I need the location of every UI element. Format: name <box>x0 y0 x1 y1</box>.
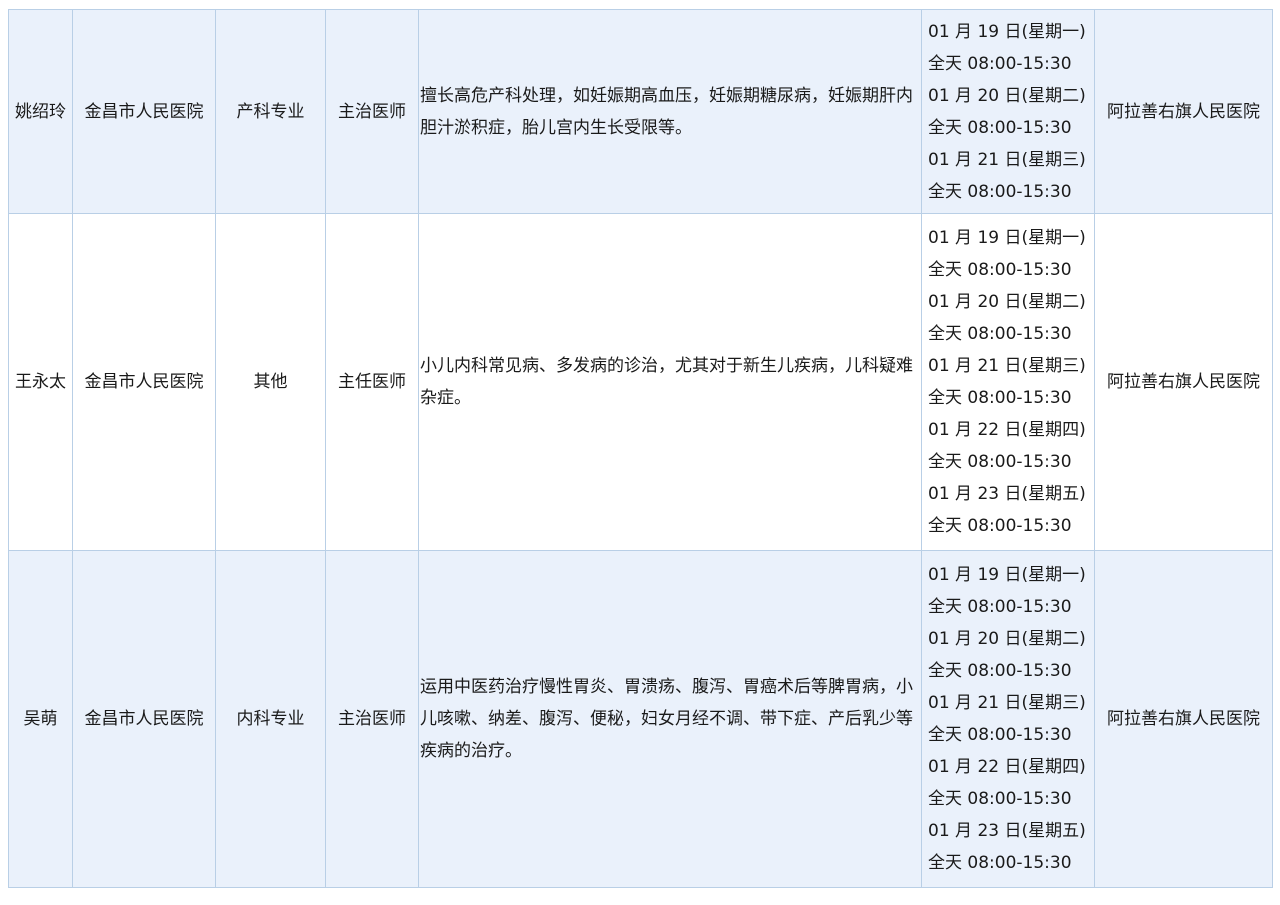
doctor-name-cell: 王永太 <box>8 213 73 551</box>
doctor-schedule-table: 姚绍玲 金昌市人民医院 产科专业 主治医师 擅长高危产科处理，如妊娠期高血压，妊… <box>8 9 1273 888</box>
title-cell: 主治医师 <box>325 9 419 214</box>
hospital-cell: 金昌市人民医院 <box>72 213 216 551</box>
schedule-line: 全天 08:00-15:30 <box>928 260 1072 280</box>
schedule-line: 01 月 22 日(星期四) <box>928 757 1086 777</box>
title-cell: 主任医师 <box>325 213 419 551</box>
title-cell: 主治医师 <box>325 550 419 888</box>
doctor-name-cell: 吴萌 <box>8 550 73 888</box>
destination-hospital-cell: 阿拉善右旗人民医院 <box>1094 9 1273 214</box>
schedule-line: 全天 08:00-15:30 <box>928 597 1072 617</box>
description-cell: 小儿内科常见病、多发病的诊治，尤其对于新生儿疾病，儿科疑难杂症。 <box>418 213 922 551</box>
specialty-cell: 内科专业 <box>215 550 326 888</box>
specialty-cell: 其他 <box>215 213 326 551</box>
schedule-line: 01 月 22 日(星期四) <box>928 420 1086 440</box>
hospital-cell: 金昌市人民医院 <box>72 550 216 888</box>
schedule-line: 01 月 21 日(星期三) <box>928 356 1086 376</box>
schedule-line: 01 月 20 日(星期二) <box>928 292 1086 312</box>
destination-hospital-cell: 阿拉善右旗人民医院 <box>1094 213 1273 551</box>
destination-hospital-cell: 阿拉善右旗人民医院 <box>1094 550 1273 888</box>
schedule-line: 01 月 23 日(星期五) <box>928 821 1086 841</box>
schedule-line: 全天 08:00-15:30 <box>928 516 1072 536</box>
schedule-line: 01 月 19 日(星期一) <box>928 565 1086 585</box>
schedule-line: 全天 08:00-15:30 <box>928 117 1072 138</box>
schedule-line: 全天 08:00-15:30 <box>928 789 1072 809</box>
schedule-line: 01 月 19 日(星期一) <box>928 228 1086 248</box>
schedule-line: 全天 08:00-15:30 <box>928 452 1072 472</box>
schedule-line: 01 月 21 日(星期三) <box>928 693 1086 713</box>
schedule-line: 全天 08:00-15:30 <box>928 853 1072 873</box>
schedule-line: 01 月 19 日(星期一) <box>928 21 1086 42</box>
description-cell: 擅长高危产科处理，如妊娠期高血压，妊娠期糖尿病，妊娠期肝内胆汁淤积症，胎儿宫内生… <box>418 9 922 214</box>
hospital-cell: 金昌市人民医院 <box>72 9 216 214</box>
table-row: 姚绍玲 金昌市人民医院 产科专业 主治医师 擅长高危产科处理，如妊娠期高血压，妊… <box>8 9 1273 214</box>
schedule-line: 01 月 20 日(星期二) <box>928 629 1086 649</box>
schedule-line: 01 月 20 日(星期二) <box>928 85 1086 106</box>
schedule-line: 全天 08:00-15:30 <box>928 388 1072 408</box>
schedule-line: 01 月 23 日(星期五) <box>928 484 1086 504</box>
doctor-schedule-table-wrapper: 姚绍玲 金昌市人民医院 产科专业 主治医师 擅长高危产科处理，如妊娠期高血压，妊… <box>8 9 1273 888</box>
description-cell: 运用中医药治疗慢性胃炎、胃溃疡、腹泻、胃癌术后等脾胃病，小儿咳嗽、纳差、腹泻、便… <box>418 550 922 888</box>
schedule-line: 全天 08:00-15:30 <box>928 725 1072 745</box>
schedule-cell: 01 月 19 日(星期一) 全天 08:00-15:30 01 月 20 日(… <box>921 213 1095 551</box>
table-row: 吴萌 金昌市人民医院 内科专业 主治医师 运用中医药治疗慢性胃炎、胃溃疡、腹泻、… <box>8 550 1273 888</box>
specialty-cell: 产科专业 <box>215 9 326 214</box>
schedule-cell: 01 月 19 日(星期一) 全天 08:00-15:30 01 月 20 日(… <box>921 9 1095 214</box>
schedule-line: 全天 08:00-15:30 <box>928 53 1072 74</box>
table-body: 姚绍玲 金昌市人民医院 产科专业 主治医师 擅长高危产科处理，如妊娠期高血压，妊… <box>8 9 1273 888</box>
schedule-line: 全天 08:00-15:30 <box>928 181 1072 202</box>
doctor-name-cell: 姚绍玲 <box>8 9 73 214</box>
schedule-line: 01 月 21 日(星期三) <box>928 149 1086 170</box>
schedule-line: 全天 08:00-15:30 <box>928 661 1072 681</box>
schedule-line: 全天 08:00-15:30 <box>928 324 1072 344</box>
table-row: 王永太 金昌市人民医院 其他 主任医师 小儿内科常见病、多发病的诊治，尤其对于新… <box>8 213 1273 551</box>
schedule-cell: 01 月 19 日(星期一) 全天 08:00-15:30 01 月 20 日(… <box>921 550 1095 888</box>
